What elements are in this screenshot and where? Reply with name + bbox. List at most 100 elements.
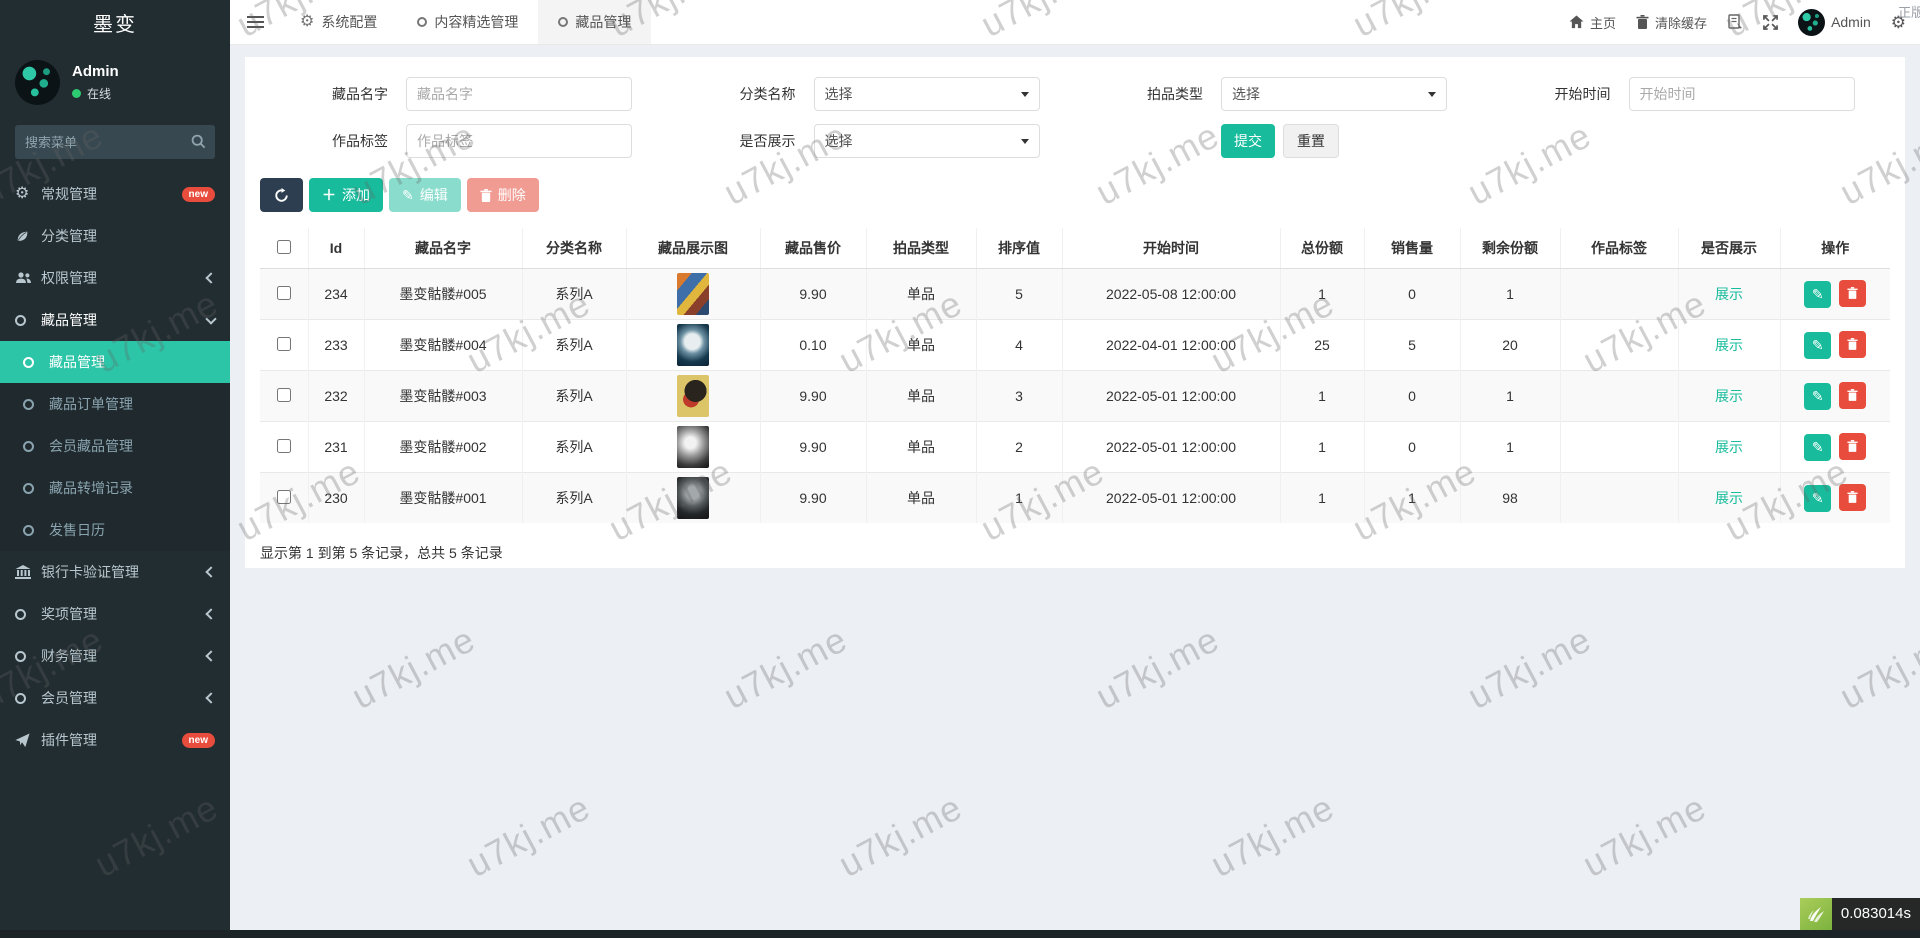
sidebar-item-collection[interactable]: 藏品管理 [0,299,230,341]
cell-sold: 5 [1364,320,1460,371]
column-header: 剩余份额 [1460,228,1560,269]
menu-search-input[interactable] [15,125,215,159]
sidebar-subitem-member-collections[interactable]: 会员藏品管理 [0,425,230,467]
sidebar-item-finance[interactable]: 财务管理 [0,635,230,677]
topbar-user[interactable]: Admin [1798,9,1871,36]
sidebar-item-awards[interactable]: 奖项管理 [0,593,230,635]
row-checkbox[interactable] [277,490,291,504]
trash-icon [1847,338,1858,350]
row-delete-button[interactable] [1839,382,1866,409]
row-checkbox[interactable] [277,439,291,453]
search-icon[interactable] [191,134,206,149]
sidebar-item-permission[interactable]: 权限管理 [0,257,230,299]
sidebar-item-bankcard[interactable]: 银行卡验证管理 [0,551,230,593]
row-checkbox[interactable] [277,388,291,402]
show-status-link[interactable]: 展示 [1715,439,1743,455]
column-header: Id [308,228,364,269]
refresh-icon [274,188,289,203]
user-avatar[interactable] [15,60,60,105]
row-edit-button[interactable]: ✎ [1804,332,1831,359]
circle-icon [23,525,49,536]
row-delete-button[interactable] [1839,331,1866,358]
row-checkbox[interactable] [277,337,291,351]
cell-total: 1 [1280,473,1364,524]
thinkphp-leaf-icon[interactable] [1800,898,1832,930]
row-edit-button[interactable]: ✎ [1804,485,1831,512]
tab-content-featured[interactable]: 内容精选管理 [397,0,538,44]
column-header: 销售量 [1364,228,1460,269]
collection-name-input[interactable] [406,77,632,111]
submit-button[interactable]: 提交 [1221,124,1275,158]
start-time-input[interactable] [1629,77,1855,111]
row-edit-button[interactable]: ✎ [1804,281,1831,308]
column-header: 总份额 [1280,228,1364,269]
sidebar-item-general[interactable]: ⚙ 常规管理 new [0,173,230,215]
cell-id: 232 [308,371,364,422]
auction-type-select[interactable]: 选择 [1221,77,1447,111]
sidebar-subitem-collection-manage[interactable]: 藏品管理 [0,341,230,383]
cell-type: 单品 [866,422,976,473]
sidebar-subitem-collection-orders[interactable]: 藏品订单管理 [0,383,230,425]
add-button[interactable]: ＋添加 [309,178,383,212]
show-status-link[interactable]: 展示 [1715,388,1743,404]
collection-thumbnail[interactable] [677,273,709,315]
reset-button[interactable]: 重置 [1283,124,1339,158]
cell-id: 230 [308,473,364,524]
clear-cache-link[interactable]: 清除缓存 [1636,13,1707,32]
fullscreen-icon[interactable] [1763,15,1778,30]
tab-system-config[interactable]: ⚙ 系统配置 [280,0,397,44]
work-tag-input[interactable] [406,124,632,158]
new-badge: new [182,187,215,202]
row-delete-button[interactable] [1839,280,1866,307]
refresh-button[interactable] [260,178,303,212]
sidebar-toggle-icon[interactable] [230,0,280,44]
select-all-checkbox[interactable] [277,240,291,254]
row-edit-button[interactable]: ✎ [1804,434,1831,461]
table-row: 231 墨变骷髅#002 系列A 9.90 单品 2 2022-05-01 12… [260,422,1890,473]
delete-button[interactable]: 删除 [467,178,539,212]
sidebar-item-category[interactable]: 分类管理 [0,215,230,257]
show-status-link[interactable]: 展示 [1715,337,1743,353]
cell-name: 墨变骷髅#004 [364,320,522,371]
sidebar-subitem-transfer-records[interactable]: 藏品转增记录 [0,467,230,509]
settings-cogs-icon[interactable]: ⚙ [1891,14,1906,31]
chevron-left-icon [205,650,216,661]
collection-thumbnail[interactable] [677,324,709,366]
chevron-left-icon [205,692,216,703]
collection-thumbnail[interactable] [677,426,709,468]
sidebar-item-members[interactable]: 会员管理 [0,677,230,719]
cell-tag [1560,422,1678,473]
log-icon[interactable] [1727,14,1743,30]
home-link[interactable]: 主页 [1569,13,1616,32]
collection-thumbnail[interactable] [677,477,709,519]
cell-id: 231 [308,422,364,473]
field-label: 作品标签 [260,131,388,151]
cell-type: 单品 [866,371,976,422]
chevron-down-icon [205,313,216,324]
cell-category: 系列A [522,371,626,422]
category-select[interactable]: 选择 [814,77,1040,111]
edit-button[interactable]: ✎编辑 [389,178,461,212]
row-delete-button[interactable] [1839,484,1866,511]
tab-collection-manage[interactable]: 藏品管理 [538,0,651,44]
row-delete-button[interactable] [1839,433,1866,460]
field-label: 藏品名字 [260,84,388,104]
column-header: 开始时间 [1062,228,1280,269]
cell-price: 9.90 [760,371,866,422]
cell-remain: 1 [1460,269,1560,320]
cell-tag [1560,269,1678,320]
show-status-link[interactable]: 展示 [1715,490,1743,506]
cell-tag [1560,473,1678,524]
sidebar-subitem-sale-calendar[interactable]: 发售日历 [0,509,230,551]
row-edit-button[interactable]: ✎ [1804,383,1831,410]
is-show-select[interactable]: 选择 [814,124,1040,158]
circle-icon [23,357,49,368]
cell-sold: 0 [1364,269,1460,320]
show-status-link[interactable]: 展示 [1715,286,1743,302]
sidebar-item-plugins[interactable]: 插件管理 new [0,719,230,761]
collection-thumbnail[interactable] [677,375,709,417]
row-checkbox[interactable] [277,286,291,300]
user-status: 在线 [87,85,111,102]
cell-id: 233 [308,320,364,371]
circle-icon [15,651,41,662]
